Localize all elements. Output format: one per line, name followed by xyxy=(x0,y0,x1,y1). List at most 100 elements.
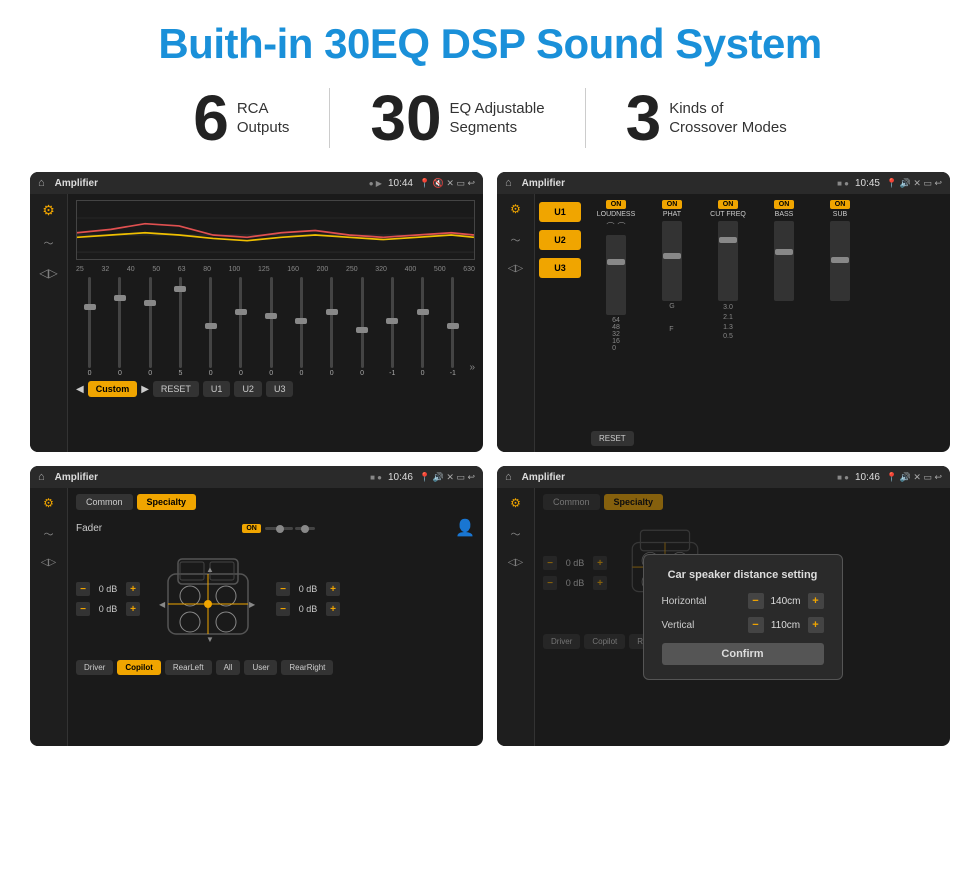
btn-copilot[interactable]: User xyxy=(244,660,277,675)
loudness-fader[interactable] xyxy=(606,235,626,315)
screen-u-header: ⌂ Amplifier ■ ● 10:45 📍 🔊 ✕ ▭ ↩ xyxy=(497,172,950,194)
home-icon[interactable]: ⌂ xyxy=(38,177,45,189)
tab-common[interactable]: Common xyxy=(76,494,133,510)
fader-minus-2[interactable]: − xyxy=(76,602,90,616)
u3-btn[interactable]: U3 xyxy=(539,258,581,278)
loudness-thumb[interactable] xyxy=(607,259,625,265)
eq-slider-3[interactable]: 0 xyxy=(137,277,164,377)
fader-home-icon[interactable]: ⌂ xyxy=(38,471,45,483)
cutfreq-fader[interactable] xyxy=(718,221,738,301)
fader-h-slider[interactable] xyxy=(265,524,315,532)
eq-slider-7[interactable]: 0 xyxy=(258,277,285,377)
horizontal-plus[interactable]: + xyxy=(808,593,824,609)
eq-slider-13[interactable]: -1 xyxy=(439,277,466,377)
btn-all[interactable]: Copilot xyxy=(117,660,161,675)
sub-fader[interactable] xyxy=(830,221,850,301)
u2-btn[interactable]: U2 xyxy=(539,230,581,250)
btn-user[interactable]: All xyxy=(216,660,241,675)
eq-u2-btn[interactable]: U2 xyxy=(234,381,262,397)
stat-eq: 30 EQ Adjustable Segments xyxy=(330,86,584,150)
stat-text-rca: RCA Outputs xyxy=(237,99,290,138)
stat-number-6: 6 xyxy=(193,86,229,150)
fader-plus-2[interactable]: + xyxy=(126,602,140,616)
u-content: ⚙ 〜 ◁▷ U1 U2 U3 ON xyxy=(497,194,950,452)
screen-fader-title: Amplifier xyxy=(55,472,364,483)
eq-next[interactable]: ▶ xyxy=(141,384,149,395)
u-home-icon[interactable]: ⌂ xyxy=(505,177,512,189)
fader-plus-1[interactable]: + xyxy=(126,582,140,596)
u-icon-1[interactable]: ⚙ xyxy=(510,202,521,216)
phat-fader[interactable] xyxy=(662,221,682,301)
eq-icon-3[interactable]: ◁▷ xyxy=(39,266,57,280)
confirm-bg-plus-2: + xyxy=(593,576,607,590)
eq-arrows[interactable]: » xyxy=(469,362,475,373)
phat-on[interactable]: ON xyxy=(662,200,683,209)
eq-slider-10[interactable]: 0 xyxy=(348,277,375,377)
tab-specialty[interactable]: Specialty xyxy=(137,494,197,510)
eq-slider-5[interactable]: 0 xyxy=(197,277,224,377)
fader-avatar-icon[interactable]: 👤 xyxy=(455,518,475,538)
eq-prev[interactable]: ◀ xyxy=(76,384,84,395)
bass-thumb[interactable] xyxy=(775,249,793,255)
confirm-main: Common Specialty − 0 dB + xyxy=(535,488,950,746)
eq-icon-1[interactable]: ⚙ xyxy=(42,202,55,219)
cutfreq-scale: 3.02.11.30.5 xyxy=(723,303,733,342)
cutfreq-thumb[interactable] xyxy=(719,237,737,243)
loudness-on[interactable]: ON xyxy=(606,200,627,209)
fader-body: − 0 dB + − 0 dB + xyxy=(76,544,475,654)
confirm-icon-3[interactable]: ◁▷ xyxy=(508,557,523,568)
fader-plus-4[interactable]: + xyxy=(326,602,340,616)
fader-icon-3[interactable]: ◁▷ xyxy=(41,557,56,568)
sub-on[interactable]: ON xyxy=(830,200,851,209)
fader-icon-1[interactable]: ⚙ xyxy=(43,496,54,510)
fader-minus-1[interactable]: − xyxy=(76,582,90,596)
eq-reset-btn[interactable]: RESET xyxy=(153,381,199,397)
sub-thumb[interactable] xyxy=(831,257,849,263)
eq-slider-8[interactable]: 0 xyxy=(288,277,315,377)
curve-btn-1[interactable]: ⌒ xyxy=(607,221,615,232)
fader-on-badge[interactable]: ON xyxy=(242,524,261,533)
fader-plus-3[interactable]: + xyxy=(326,582,340,596)
eq-u1-btn[interactable]: U1 xyxy=(203,381,231,397)
eq-slider-11[interactable]: -1 xyxy=(379,277,406,377)
svg-text:▲: ▲ xyxy=(206,565,214,574)
bass-fader[interactable] xyxy=(774,221,794,301)
btn-driver[interactable]: Driver xyxy=(76,660,113,675)
btn-rearright[interactable]: RearRight xyxy=(281,660,333,675)
eq-slider-6[interactable]: 0 xyxy=(227,277,254,377)
u1-btn[interactable]: U1 xyxy=(539,202,581,222)
phat-thumb[interactable] xyxy=(663,253,681,259)
eq-slider-9[interactable]: 0 xyxy=(318,277,345,377)
eq-slider-4[interactable]: 5 xyxy=(167,277,194,377)
vertical-minus[interactable]: − xyxy=(748,617,764,633)
fader-sidebar: ⚙ 〜 ◁▷ xyxy=(30,488,68,746)
confirm-button[interactable]: Confirm xyxy=(662,643,824,665)
confirm-home-icon[interactable]: ⌂ xyxy=(505,471,512,483)
eq-slider-1[interactable]: 0 xyxy=(76,277,103,377)
u-icon-3[interactable]: ◁▷ xyxy=(508,263,523,274)
horizontal-minus[interactable]: − xyxy=(748,593,764,609)
u-reset-btn[interactable]: RESET xyxy=(591,431,634,446)
fader-minus-3[interactable]: − xyxy=(276,582,290,596)
eq-slider-2[interactable]: 0 xyxy=(106,277,133,377)
fader-left-controls: − 0 dB + − 0 dB + xyxy=(76,582,140,616)
u-icon-2[interactable]: 〜 xyxy=(511,232,521,247)
fader-minus-4[interactable]: − xyxy=(276,602,290,616)
eq-main: 2532405063 80100125160200 25032040050063… xyxy=(68,194,483,452)
fader-db-row-4: − 0 dB + xyxy=(276,602,340,616)
cutfreq-on[interactable]: ON xyxy=(718,200,739,209)
fader-db-row-3: − 0 dB + xyxy=(276,582,340,596)
curve-btn-2[interactable]: ⌒ xyxy=(618,221,626,232)
fader-content: ⚙ 〜 ◁▷ Common Specialty Fader ON xyxy=(30,488,483,746)
vertical-plus[interactable]: + xyxy=(808,617,824,633)
eq-u3-btn[interactable]: U3 xyxy=(266,381,294,397)
confirm-icon-2[interactable]: 〜 xyxy=(511,526,521,541)
btn-rearleft[interactable]: RearLeft xyxy=(165,660,212,675)
eq-slider-12[interactable]: 0 xyxy=(409,277,436,377)
bass-on[interactable]: ON xyxy=(774,200,795,209)
fader-icon-2[interactable]: 〜 xyxy=(44,526,54,541)
eq-custom-btn[interactable]: Custom xyxy=(88,381,138,397)
cutfreq-label: CUT FREQ xyxy=(710,211,746,218)
confirm-icon-1[interactable]: ⚙ xyxy=(510,496,521,510)
eq-icon-2[interactable]: 〜 xyxy=(44,235,54,250)
